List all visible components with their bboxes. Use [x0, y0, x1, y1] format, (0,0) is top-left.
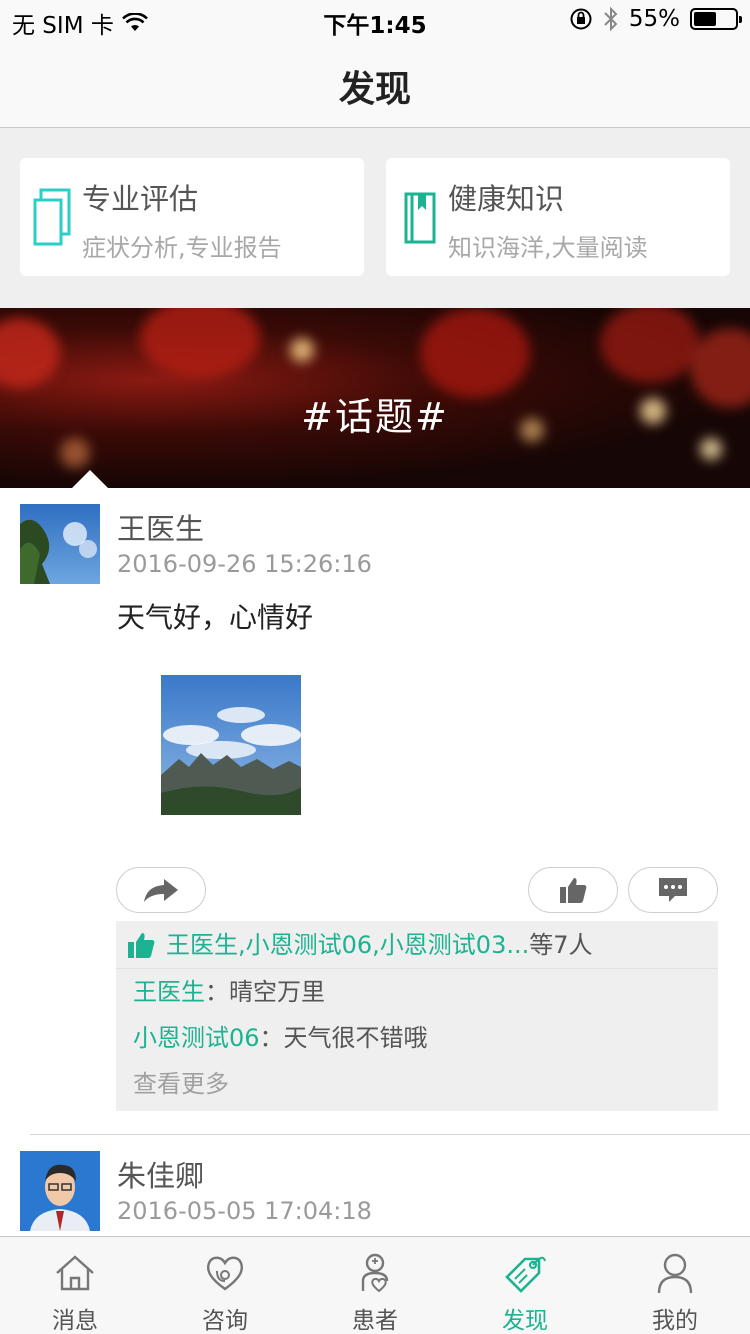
navigation-bar: 发现 [0, 40, 750, 128]
card-title: 健康知识 [448, 182, 565, 216]
comment-colon: ： [259, 1024, 284, 1052]
comment-button[interactable] [628, 867, 718, 913]
patient-icon [361, 1253, 389, 1293]
health-knowledge-card[interactable]: 健康知识 知识海洋,大量阅读 [386, 158, 730, 276]
discover-screen: 无 SIM 卡 下午1:45 55% 发现 专业评估 症状分析,专业报告 健康知… [0, 0, 750, 1334]
page-title: 发现 [338, 69, 411, 110]
tab-bar: 消息 咨询 患者 发现 我的 [0, 1236, 750, 1334]
card-subtitle: 症状分析,专业报告 [82, 234, 282, 262]
comment-text: 天气很不错哦 [283, 1024, 428, 1052]
tab-messages[interactable]: 消息 [0, 1237, 150, 1334]
post-author[interactable]: 朱佳卿 [117, 1153, 204, 1195]
tab-discover[interactable]: 发现 [450, 1237, 600, 1334]
lantern-blob [0, 318, 60, 388]
light-blob [60, 438, 90, 468]
tab-patients[interactable]: 患者 [300, 1237, 450, 1334]
banner-pointer [72, 470, 108, 488]
comment-bubble-icon [659, 878, 687, 902]
comment-author[interactable]: 王医生 [133, 978, 205, 1006]
battery-icon [690, 8, 742, 30]
lantern-blob [420, 308, 530, 398]
landscape-photo [161, 675, 301, 815]
documents-icon [33, 188, 71, 246]
post-timestamp: 2016-05-05 17:04:18 [117, 1197, 372, 1225]
avatar-photo [20, 1151, 100, 1231]
status-bar: 无 SIM 卡 下午1:45 55% [0, 0, 750, 40]
battery-percent: 55% [628, 6, 680, 32]
banner-title: #话题# [301, 395, 449, 439]
light-blob [290, 338, 314, 362]
comment-text: 晴空万里 [229, 978, 325, 1006]
lantern-blob [600, 308, 700, 383]
lantern-blob [140, 308, 260, 378]
tab-profile[interactable]: 我的 [600, 1237, 750, 1334]
post-timestamp: 2016-09-26 15:26:16 [117, 550, 372, 578]
professional-assessment-card[interactable]: 专业评估 症状分析,专业报告 [20, 158, 364, 276]
likers-list[interactable]: 王医生,小恩测试06,小恩测试03... [166, 931, 529, 959]
discover-tag-icon [505, 1256, 546, 1293]
comment-author[interactable]: 小恩测试06 [133, 1024, 260, 1052]
tab-consult[interactable]: 咨询 [150, 1237, 300, 1334]
tab-label: 患者 [352, 1308, 398, 1334]
share-arrow-icon [144, 879, 178, 902]
consult-heart-icon [207, 1256, 243, 1291]
book-icon [404, 192, 436, 244]
light-blob [700, 438, 722, 460]
tab-label: 消息 [52, 1308, 98, 1334]
post-content: 天气好，心情好 [117, 601, 314, 634]
avatar-photo [20, 504, 100, 584]
comment-item[interactable]: 王医生：晴空万里 [116, 969, 718, 1015]
card-title: 专业评估 [82, 182, 199, 216]
tab-label: 发现 [502, 1308, 548, 1334]
comment-colon: ： [205, 978, 229, 1006]
post-feed: 王医生 2016-09-26 15:26:16 天气好，心情好 王医生,小恩测试… [0, 488, 750, 1236]
likes-and-comments: 王医生,小恩测试06,小恩测试03...等7人 王医生：晴空万里 小恩测试06：… [116, 921, 718, 1111]
profile-icon [657, 1253, 693, 1294]
tab-label: 我的 [652, 1308, 698, 1334]
avatar[interactable] [20, 504, 100, 584]
post-divider [30, 1134, 750, 1135]
bluetooth-icon [604, 6, 618, 32]
likes-count: 等7人 [529, 931, 593, 959]
thumbs-up-icon [560, 878, 587, 903]
post-image[interactable] [161, 675, 301, 815]
comment-item[interactable]: 小恩测试06：天气很不错哦 [116, 1015, 718, 1061]
post-author[interactable]: 王医生 [117, 506, 204, 548]
avatar[interactable] [20, 1151, 100, 1231]
likes-row[interactable]: 王医生,小恩测试06,小恩测试03...等7人 [116, 921, 718, 969]
orientation-lock-icon [570, 8, 592, 30]
like-button[interactable] [528, 867, 618, 913]
share-button[interactable] [116, 867, 206, 913]
topic-banner[interactable]: #话题# [0, 308, 750, 488]
thumbs-up-icon [128, 933, 155, 958]
battery-fill [694, 12, 716, 26]
tab-label: 咨询 [202, 1308, 248, 1334]
home-icon [56, 1255, 94, 1291]
view-more-link[interactable]: 查看更多 [116, 1061, 718, 1111]
card-subtitle: 知识海洋,大量阅读 [448, 234, 648, 262]
